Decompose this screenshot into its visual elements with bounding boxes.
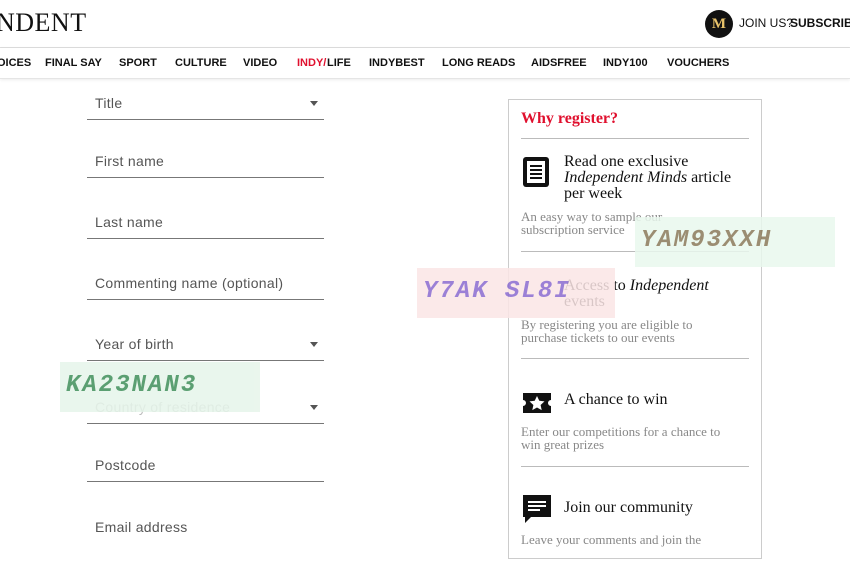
postcode-field[interactable]: Postcode (87, 442, 324, 482)
last-name-label: Last name (95, 214, 164, 230)
captcha-image-2: Y7AK SL8I (417, 268, 615, 318)
join-us-link[interactable]: JOIN US? (739, 16, 793, 30)
nav-item-culture[interactable]: CULTURE (175, 57, 227, 69)
nav-item-vouchers[interactable]: VOUCHERS (667, 57, 729, 69)
year-of-birth-select[interactable]: Year of birth (87, 321, 324, 361)
benefit-description: Enter our competitions for a chance to w… (521, 425, 751, 451)
benefit-desc-line2: purchase tickets to our events (521, 330, 675, 345)
benefit-title: Read one exclusive Independent Minds art… (564, 154, 731, 202)
nav-item-sport[interactable]: SPORT (119, 57, 157, 69)
membership-badge-icon[interactable]: M (705, 10, 733, 38)
nav-item-indybest[interactable]: INDYBEST (369, 57, 425, 69)
chevron-down-icon (310, 101, 318, 106)
benefit-community: Join our community Leave your comments a… (521, 467, 749, 567)
last-name-field[interactable]: Last name (87, 199, 324, 239)
why-register-panel: Why register? Read one exclusive Indepen… (508, 99, 762, 559)
benefit-desc-line2: subscription service (521, 222, 625, 237)
benefit-desc-line2: win great prizes (521, 437, 605, 452)
chevron-down-icon (310, 342, 318, 347)
site-logo[interactable]: NDENT (0, 8, 87, 38)
email-field[interactable]: Email address (87, 503, 324, 543)
nav-item-voices[interactable]: OICES (0, 57, 31, 69)
independent-minds-text: Independent Minds (564, 169, 688, 186)
nav-item-indy[interactable]: INDY/ (297, 57, 326, 69)
first-name-label: First name (95, 153, 165, 169)
benefit-title-line3: per week (564, 185, 623, 202)
postcode-label: Postcode (95, 457, 156, 473)
independent-text: Independent (629, 277, 709, 294)
nav-item-final-say[interactable]: FINAL SAY (45, 57, 102, 69)
comment-icon (523, 495, 551, 523)
nav-item-video[interactable]: VIDEO (243, 57, 277, 69)
benefit-win: A chance to win Enter our competitions f… (521, 359, 749, 467)
commenting-name-field[interactable]: Commenting name (optional) (87, 260, 324, 300)
nav-item-long-reads[interactable]: LONG READS (442, 57, 515, 69)
title-select[interactable]: Title (87, 80, 324, 120)
first-name-field[interactable]: First name (87, 138, 324, 178)
benefit-title: A chance to win (564, 391, 668, 408)
panel-heading: Why register? (521, 110, 749, 139)
benefit-title-article: article (687, 169, 732, 186)
captcha-image-3: KA23NAN3 (60, 362, 260, 412)
commenting-name-label: Commenting name (optional) (95, 275, 284, 291)
year-of-birth-label: Year of birth (95, 336, 174, 352)
document-icon (523, 157, 549, 187)
subscribe-link[interactable]: SUBSCRIBE (790, 16, 850, 30)
benefit-description: By registering you are eligible to purch… (521, 318, 751, 344)
captcha-image-1: YAM93XXH (635, 217, 835, 267)
email-label: Email address (95, 519, 188, 535)
nav-item-aidsfree[interactable]: AIDSFREE (531, 57, 587, 69)
nav-item-indy100[interactable]: INDY100 (603, 57, 648, 69)
nav-item-life[interactable]: LIFE (327, 57, 351, 69)
top-bar: NDENT M JOIN US? SUBSCRIBE (0, 0, 850, 48)
benefit-title: Join our community (564, 499, 693, 516)
benefit-title-line1: Read one exclusive (564, 153, 689, 170)
ticket-star-icon (523, 393, 551, 413)
title-label: Title (95, 95, 123, 111)
main-nav: OICES FINAL SAY SPORT CULTURE VIDEO INDY… (0, 48, 850, 79)
chevron-down-icon (310, 405, 318, 410)
